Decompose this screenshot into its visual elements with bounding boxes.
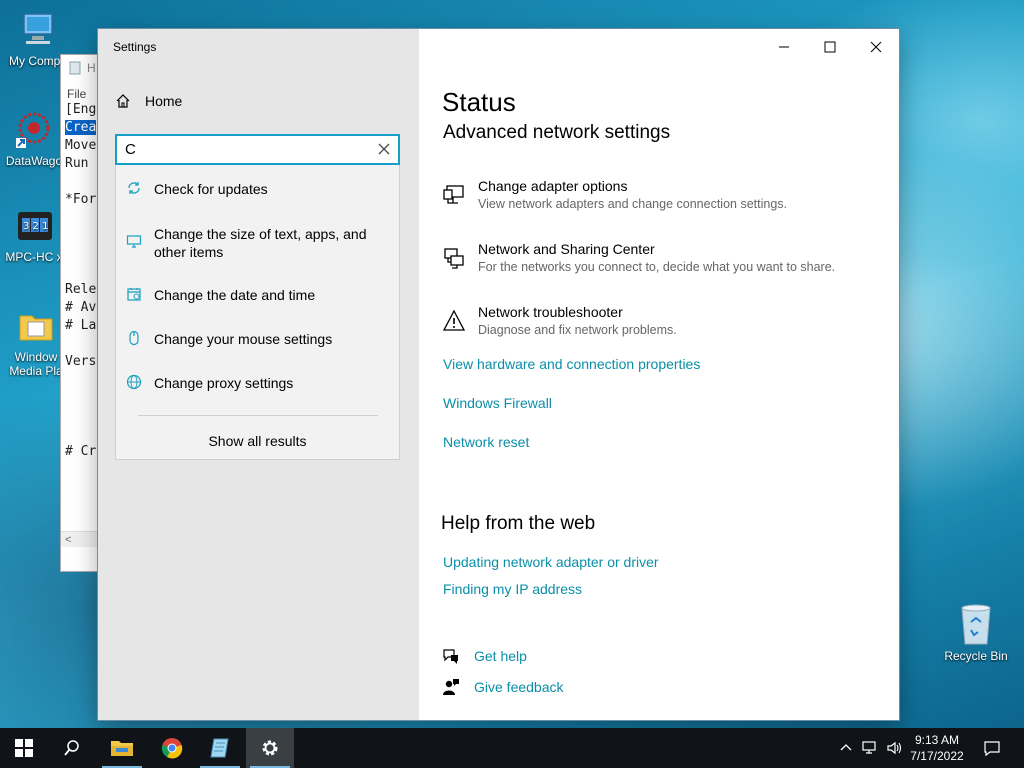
folder-icon [111,741,133,756]
network-and-sharing-center[interactable]: Network and Sharing Center For the netwo… [442,240,835,276]
volume-icon[interactable] [886,740,904,756]
desktop-icon-recycle-bin[interactable]: Recycle Bin [938,602,1014,663]
get-help-icon [443,649,458,664]
link-view-hardware-properties[interactable]: View hardware and connection properties [443,356,700,372]
notepad-icon [69,61,81,75]
search-suggestions: Check for updates Change the size of tex… [115,165,400,460]
taskbar-clock[interactable]: 9:13 AM 7/17/2022 [904,732,970,764]
help-heading: Help from the web [441,513,596,534]
section-heading-advanced: Advanced network settings [443,122,671,143]
settings-window[interactable]: Settings Home Check for updates [98,29,899,720]
suggestion-label: Change the date and time [154,287,316,303]
give-feedback[interactable]: Give feedback [442,678,564,696]
suggestion-label: Change proxy settings [154,375,294,391]
notification-icon [984,741,1000,757]
nav-home[interactable]: Home [115,93,182,109]
start-button[interactable] [0,728,48,768]
action-center-button[interactable] [968,728,1016,768]
feedback-icon [443,679,459,695]
notepad-line: [Eng [65,102,97,117]
windows-logo-icon [15,739,33,757]
show-all-results-button[interactable]: Show all results [116,433,399,449]
minimize-icon[interactable] [774,37,794,57]
notepad-title: H [87,61,96,75]
svg-text:3 2 1: 3 2 1 [23,221,48,232]
network-icon[interactable] [862,740,880,756]
chevron-up-icon[interactable] [838,740,854,756]
suggestion-label: Change the size of text, apps, and other… [154,226,367,260]
taskbar: 9:13 AM 7/17/2022 [0,728,1024,768]
recycle-bin-icon [961,604,991,645]
get-help-label: Get help [474,648,527,664]
option-desc: Diagnose and fix network problems. [478,323,677,337]
clock-time: 9:13 AM [914,733,960,747]
calendar-icon [127,288,141,301]
computer-icon [23,13,53,44]
suggestion-check-for-updates[interactable]: Check for updates [116,180,399,198]
mpc-hc-icon: 3 2 1 [18,212,52,240]
gear-icon [262,740,278,756]
suggestion-change-date-time[interactable]: Change the date and time [116,286,399,304]
page-title: Status [442,87,516,117]
option-title: Change adapter options [478,178,628,194]
suggestion-change-mouse-settings[interactable]: Change your mouse settings [116,330,399,348]
change-adapter-options[interactable]: Change adapter options View network adap… [442,177,787,213]
sync-icon [128,182,140,194]
link-updating-network-adapter[interactable]: Updating network adapter or driver [443,554,659,570]
link-finding-ip-address[interactable]: Finding my IP address [443,581,582,597]
settings-search-box[interactable] [115,134,400,165]
notepad-app-icon [210,738,229,758]
system-tray [838,728,904,768]
suggestion-label: Check for updates [154,181,268,197]
maximize-icon[interactable] [820,37,840,57]
give-feedback-label: Give feedback [474,679,564,695]
recycle-bin-label: Recycle Bin [944,649,1008,663]
notepad-line: Run [65,156,97,171]
option-title: Network and Sharing Center [478,241,655,257]
search-input[interactable] [117,140,367,159]
notepad-line: Move [65,138,97,153]
nav-home-label: Home [145,93,183,109]
option-desc: View network adapters and change connect… [478,197,787,211]
suggestions-divider [138,415,378,416]
taskbar-notepad[interactable] [196,728,244,768]
suggestion-change-proxy-settings[interactable]: Change proxy settings [116,374,399,392]
home-icon [116,94,130,108]
notepad-line: *For [65,192,97,207]
option-title: Network troubleshooter [478,304,623,320]
mouse-icon [129,330,139,346]
taskbar-chrome[interactable] [148,728,196,768]
taskbar-search-button[interactable] [48,728,96,768]
network-troubleshooter[interactable]: Network troubleshooter Diagnose and fix … [442,303,677,339]
chrome-icon [161,738,183,759]
warning-icon [442,309,466,331]
link-windows-firewall[interactable]: Windows Firewall [443,395,552,411]
settings-nav-pane: Settings Home Check for updates [98,29,419,720]
display-icon [126,235,142,248]
get-help[interactable]: Get help [442,647,527,665]
folder-media-icon [19,315,53,341]
globe-icon [126,374,142,390]
search-icon [64,740,79,756]
suggestion-change-text-size[interactable]: Change the size of text, apps, and other… [116,225,399,261]
sharing-icon [444,248,464,269]
clear-search-icon[interactable] [377,142,391,156]
clock-date: 7/17/2022 [910,749,964,763]
close-icon[interactable] [866,37,886,57]
taskbar-settings[interactable] [246,728,294,768]
suggestion-label: Change your mouse settings [154,331,333,347]
adapter-icon [443,185,464,204]
datawago-icon [16,112,50,148]
option-desc: For the networks you connect to, decide … [478,260,836,274]
notepad-line-selected: Crea [65,120,97,135]
window-title: Settings [113,40,157,54]
taskbar-file-explorer[interactable] [98,728,146,768]
link-network-reset[interactable]: Network reset [443,434,529,450]
